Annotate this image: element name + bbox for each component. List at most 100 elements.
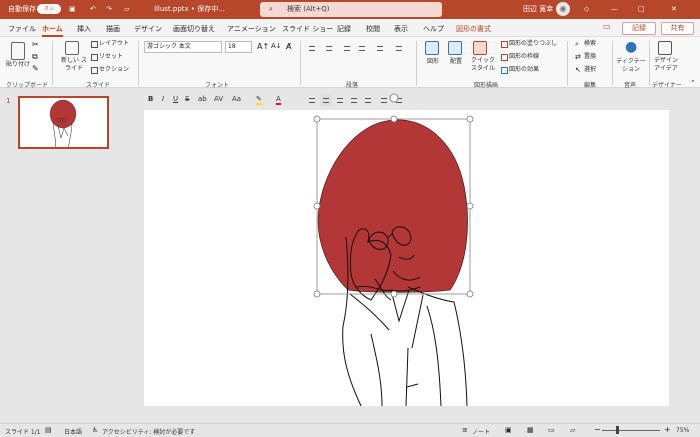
autosave-toggle[interactable]: オン	[37, 4, 61, 14]
cut-icon[interactable]: ✂	[32, 40, 39, 49]
justify-icon[interactable]	[348, 94, 360, 106]
dictation-label[interactable]: ディクテー ション	[616, 58, 646, 74]
microphone-icon[interactable]: ●	[625, 39, 637, 55]
close-icon[interactable]: ✕	[671, 4, 677, 14]
selection-handle[interactable]	[390, 290, 398, 298]
italic-icon[interactable]: I	[162, 95, 164, 103]
numbering-icon[interactable]	[323, 42, 335, 54]
font-size-decrease-icon[interactable]: A↓	[271, 42, 282, 50]
align-right-icon[interactable]	[334, 94, 346, 106]
tab-draw[interactable]: 描画	[106, 24, 120, 34]
columns-icon[interactable]	[378, 94, 390, 106]
tab-insert[interactable]: 挿入	[77, 24, 91, 34]
collapse-ribbon-icon[interactable]: ⌃	[690, 79, 696, 87]
zoom-slider[interactable]	[602, 430, 660, 431]
selection-handle[interactable]	[313, 202, 321, 210]
bullets-icon[interactable]	[306, 42, 318, 54]
user-name[interactable]: 田辺 寛幸	[523, 4, 553, 14]
shape-fill-label[interactable]: 図形の塗りつぶし	[509, 40, 557, 48]
align-center-icon[interactable]	[320, 94, 332, 106]
shapes-icon[interactable]	[425, 41, 439, 55]
shape-effects-label[interactable]: 図形の効果	[509, 66, 539, 74]
new-slide-label[interactable]: 新しい スライド	[60, 57, 88, 73]
increase-indent-icon[interactable]	[356, 42, 368, 54]
paste-label[interactable]: 貼り付け	[6, 61, 30, 69]
tab-file[interactable]: ファイル	[8, 24, 36, 34]
shapes-label[interactable]: 図形	[427, 58, 439, 66]
present-icon[interactable]: ▱	[124, 4, 129, 14]
redo-icon[interactable]: ↷	[106, 4, 112, 14]
slide-thumbnail[interactable]	[18, 96, 109, 149]
align-left-icon[interactable]	[306, 94, 318, 106]
arrange-icon[interactable]	[448, 41, 462, 55]
rotate-handle[interactable]	[389, 93, 399, 103]
case-icon[interactable]: Aa	[232, 95, 241, 103]
zoom-slider-thumb[interactable]	[616, 426, 619, 434]
find-label[interactable]: 検索	[584, 40, 596, 48]
restore-icon[interactable]: □	[638, 4, 645, 14]
line-spacing-icon[interactable]	[374, 42, 386, 54]
zoom-out-icon[interactable]: −	[594, 425, 601, 434]
underline-icon[interactable]: U	[173, 95, 178, 103]
selection-handle[interactable]	[390, 115, 398, 123]
slideshow-view-icon[interactable]: ▱	[570, 426, 575, 434]
font-size-select[interactable]: 18	[225, 41, 252, 53]
paste-icon[interactable]	[11, 42, 25, 60]
new-slide-icon[interactable]	[65, 41, 79, 55]
tab-animations[interactable]: アニメーション	[227, 24, 276, 34]
selection-handle[interactable]	[466, 202, 474, 210]
notes-icon[interactable]: ≡	[462, 426, 468, 434]
selection-handle[interactable]	[313, 115, 321, 123]
shadow-icon[interactable]: ab	[198, 95, 207, 103]
tab-view[interactable]: 表示	[394, 24, 408, 34]
reading-view-icon[interactable]: ▭	[548, 426, 555, 434]
share-button[interactable]: 共有	[661, 22, 694, 35]
selection-handle[interactable]	[466, 290, 474, 298]
strikethrough-icon[interactable]: S	[185, 95, 189, 103]
save-icon[interactable]: ▣	[69, 4, 76, 14]
layout-label[interactable]: レイアウト	[99, 40, 129, 48]
bold-icon[interactable]: B	[148, 95, 153, 103]
tab-help[interactable]: ヘルプ	[423, 24, 444, 34]
language[interactable]: 日本語	[64, 427, 82, 436]
accessibility-status[interactable]: アクセシビリティ: 検討が必要です	[102, 427, 195, 436]
reset-label[interactable]: リセット	[99, 53, 123, 61]
accessibility-icon[interactable]: ♿	[92, 426, 98, 434]
spacing-icon[interactable]: AV	[214, 95, 223, 103]
comment-icon[interactable]: ▭	[603, 22, 611, 31]
record-button[interactable]: 記録	[622, 22, 656, 35]
text-direction-icon[interactable]	[393, 42, 405, 54]
selection-handle[interactable]	[466, 115, 474, 123]
minimize-icon[interactable]: —	[611, 4, 618, 14]
replace-label[interactable]: 置換	[584, 53, 596, 61]
format-painter-icon[interactable]: ✎	[32, 64, 39, 73]
zoom-in-icon[interactable]: +	[664, 425, 671, 434]
normal-view-icon[interactable]: ▣	[505, 426, 512, 434]
arrange-label[interactable]: 配置	[450, 58, 462, 66]
undo-icon[interactable]: ↶	[90, 4, 96, 14]
font-size-increase-icon[interactable]: A↑	[257, 42, 269, 51]
spellcheck-icon[interactable]: ▤	[45, 426, 52, 434]
clear-format-icon[interactable]: A̸	[286, 42, 291, 51]
font-name-select[interactable]: 游ゴシック 本文	[144, 41, 222, 53]
designer-icon[interactable]	[658, 41, 672, 55]
quick-style-icon[interactable]	[473, 41, 487, 55]
distribute-icon[interactable]	[362, 94, 374, 106]
tab-design[interactable]: デザイン	[134, 24, 162, 34]
user-avatar[interactable]: ◉	[556, 2, 570, 16]
slide-sorter-icon[interactable]: ▦	[527, 426, 534, 434]
zoom-level[interactable]: 75%	[676, 427, 689, 434]
selection-handle[interactable]	[313, 290, 321, 298]
copy-icon[interactable]: ⧉	[32, 52, 38, 62]
decrease-indent-icon[interactable]	[341, 42, 353, 54]
section-label[interactable]: セクション	[99, 66, 129, 74]
select-label[interactable]: 選択	[584, 66, 596, 74]
notes-label[interactable]: ノート	[472, 427, 490, 436]
tab-home[interactable]: ホーム	[42, 24, 63, 37]
font-color-icon[interactable]: A	[276, 95, 281, 105]
designer-label[interactable]: デザイン アイデア	[652, 57, 680, 73]
search-box[interactable]: ⌕ 検索 (Alt+Q)	[260, 2, 442, 17]
diamond-icon[interactable]: ◇	[584, 4, 589, 14]
tab-slideshow[interactable]: スライド ショー	[282, 24, 333, 34]
tab-record[interactable]: 記録	[337, 24, 351, 34]
